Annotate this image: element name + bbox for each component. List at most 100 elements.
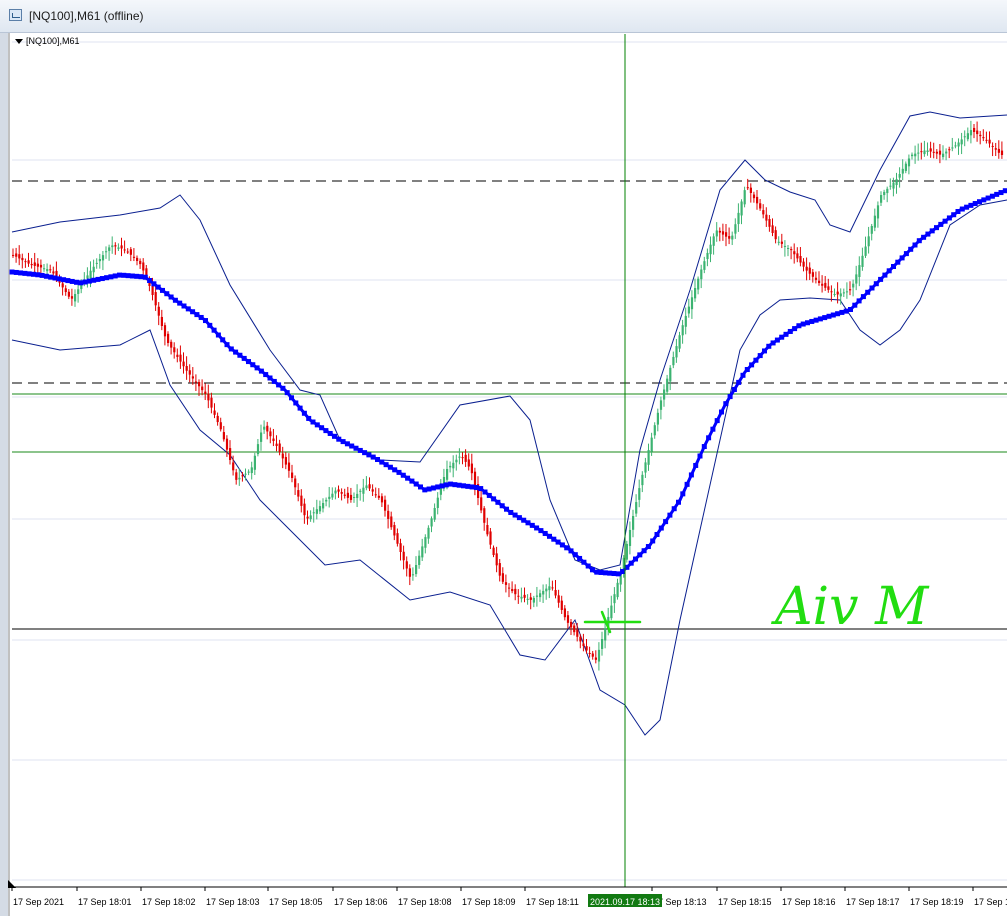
- ma-point: [693, 462, 699, 468]
- bear-candle: [473, 471, 477, 486]
- bear-candle: [291, 472, 294, 478]
- bear-candle: [768, 219, 771, 227]
- bear-candle: [765, 214, 768, 221]
- ma-point: [620, 568, 626, 574]
- ma-point: [181, 303, 187, 309]
- ma-point: [9, 269, 15, 275]
- ma-point: [959, 206, 965, 212]
- bull-candle: [917, 152, 920, 154]
- bear-candle: [492, 547, 495, 555]
- bear-candle: [207, 393, 210, 401]
- bull-candle: [362, 487, 365, 494]
- bull-candle: [520, 596, 523, 599]
- bear-candle: [818, 280, 821, 283]
- bear-candle: [585, 646, 588, 651]
- bull-candle: [669, 367, 672, 382]
- bull-candle: [108, 247, 111, 251]
- bear-candle: [467, 459, 470, 467]
- ma-point: [628, 560, 634, 566]
- bull-candle: [876, 205, 880, 219]
- ma-point: [835, 311, 841, 317]
- bull-candle: [638, 488, 641, 500]
- bear-candle: [721, 231, 725, 235]
- bear-candle: [470, 463, 473, 474]
- bear-candle: [306, 516, 309, 519]
- bear-candle: [464, 454, 467, 462]
- ma-point: [379, 459, 385, 465]
- bear-candle: [198, 382, 201, 387]
- bull-candle: [740, 201, 743, 216]
- ma-point: [564, 545, 570, 551]
- dropdown-arrow-icon[interactable]: [15, 39, 23, 45]
- bear-candle: [501, 573, 504, 582]
- bear-candle: [483, 508, 486, 523]
- ma-point: [39, 272, 45, 278]
- ma-point: [981, 197, 987, 203]
- bear-candle: [790, 249, 793, 251]
- bull-candle: [455, 459, 458, 463]
- ma-point: [512, 512, 518, 518]
- ma-point: [744, 367, 750, 373]
- ma-point: [607, 570, 613, 576]
- bear-candle: [774, 230, 777, 240]
- bear-candle: [793, 251, 796, 255]
- ma-point: [559, 542, 565, 548]
- ma-point: [336, 436, 342, 442]
- bull-candle: [263, 426, 266, 430]
- ma-point: [125, 273, 131, 279]
- bull-candle: [244, 473, 247, 475]
- bull-candle: [647, 450, 650, 465]
- bull-candle: [889, 185, 892, 187]
- bear-candle: [24, 261, 27, 263]
- ma-point: [323, 428, 329, 434]
- time-tick-label: 17 Sep 2021: [13, 897, 64, 907]
- bear-candle: [222, 432, 225, 440]
- ma-point: [830, 312, 836, 318]
- ma-point: [31, 271, 36, 277]
- ma-point: [387, 464, 393, 470]
- ma-point: [69, 278, 75, 284]
- ma-point: [667, 512, 673, 518]
- ma-point: [215, 332, 221, 338]
- bull-candle: [706, 252, 709, 260]
- bear-candle: [771, 225, 774, 233]
- ma-point: [753, 357, 759, 363]
- ma-point: [615, 571, 621, 577]
- bull-candle: [926, 150, 929, 152]
- bull-candle: [783, 245, 787, 247]
- ma-point: [448, 481, 454, 487]
- bear-candle: [36, 263, 39, 267]
- bull-candle: [548, 586, 551, 591]
- bull-candle: [641, 474, 644, 486]
- bull-candle: [858, 265, 861, 278]
- chart-symbol-label[interactable]: [NQ100],M61: [15, 36, 80, 46]
- ma-point: [740, 372, 746, 378]
- bull-candle: [427, 527, 430, 539]
- ma-point: [921, 234, 927, 240]
- ma-point: [469, 484, 475, 490]
- ma-point: [757, 353, 763, 359]
- ma-point: [516, 515, 522, 521]
- bull-candle: [945, 151, 948, 154]
- ma-point: [774, 337, 780, 343]
- bull-candle: [433, 508, 436, 520]
- ma-point: [843, 308, 849, 314]
- ma-point: [942, 218, 948, 224]
- bear-candle: [21, 257, 24, 261]
- ma-point: [160, 287, 165, 293]
- bear-candle: [384, 499, 387, 511]
- ma-point: [121, 272, 127, 278]
- bull-candle: [312, 512, 315, 514]
- bear-candle: [136, 257, 139, 261]
- bull-candle: [80, 284, 83, 290]
- bear-candle: [120, 245, 123, 249]
- bull-candle: [880, 195, 883, 203]
- price-chart[interactable]: Aiv M 17 Sep 2021 17 Sep 18:01 17 Sep 18:0…: [0, 0, 1007, 916]
- time-tick-label: 17 Sep 18:06: [334, 897, 388, 907]
- ma-point: [903, 251, 909, 257]
- ma-point: [925, 231, 931, 237]
- bear-candle: [374, 494, 377, 496]
- ma-point: [151, 281, 157, 287]
- ma-point: [332, 433, 337, 439]
- ma-point: [985, 195, 991, 201]
